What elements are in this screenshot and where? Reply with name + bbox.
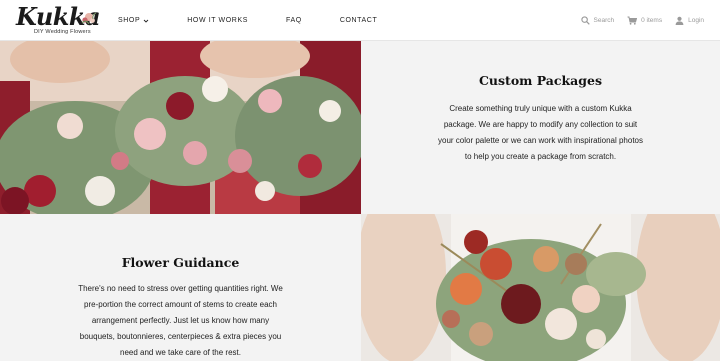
nav-item-label: SHOP xyxy=(118,17,141,24)
nav-item-how-it-works[interactable]: HOW IT WORKS xyxy=(187,17,248,24)
chevron-down-icon xyxy=(143,19,149,23)
flower-guidance-description: There's no need to stress over getting q… xyxy=(0,281,361,361)
login-button[interactable]: Login xyxy=(675,16,704,25)
nav-item-shop[interactable]: SHOP xyxy=(118,17,149,24)
brand-logo[interactable]: Kukka DIY Wedding Flowers xyxy=(16,4,101,37)
brand-tagline: DIY Wedding Flowers xyxy=(34,29,91,35)
bridesmaid-bouquets-photo xyxy=(0,41,361,214)
bouquets-image xyxy=(0,41,361,214)
description-line: need and we take care of the rest. xyxy=(120,348,241,357)
description-line: pre-portion the correct amount of stems … xyxy=(84,300,277,309)
bouquet-image xyxy=(361,214,720,361)
description-line: Create something truly unique with a cus… xyxy=(449,104,632,113)
custom-packages-section: Custom Packages Create something truly u… xyxy=(361,41,720,214)
login-label: Login xyxy=(688,17,704,24)
nav-item-faq[interactable]: FAQ xyxy=(286,17,302,24)
flower-guidance-title: Flower Guidance xyxy=(121,255,240,270)
custom-packages-description: Create something truly unique with a cus… xyxy=(361,101,720,165)
search-label: Search xyxy=(593,17,615,24)
description-line: arrangement perfectly. Just let us know … xyxy=(91,316,270,325)
flower-guidance-section: Flower Guidance There's no need to stres… xyxy=(0,214,361,361)
cart-button[interactable]: 0 items xyxy=(627,16,662,25)
cart-label: 0 items xyxy=(641,17,663,24)
site-header: Kukka DIY Wedding Flowers SHOP HOW IT WO… xyxy=(0,0,720,41)
search-button[interactable]: Search xyxy=(580,16,615,25)
user-icon xyxy=(675,16,684,25)
nav-item-label: FAQ xyxy=(286,17,302,24)
nav-item-label: CONTACT xyxy=(339,17,378,24)
flower-logo-icon xyxy=(81,12,97,25)
description-line: bouquets, boutonnieres, centerpieces & e… xyxy=(79,332,282,341)
main-nav: SHOP HOW IT WORKS FAQ CONTACT xyxy=(118,0,415,41)
search-icon xyxy=(580,16,590,25)
description-line: There's no need to stress over getting q… xyxy=(78,284,283,293)
nav-item-contact[interactable]: CONTACT xyxy=(340,17,378,24)
cart-icon xyxy=(627,16,638,25)
description-line: your color palette or we can work with i… xyxy=(438,136,643,145)
custom-packages-title: Custom Packages xyxy=(478,73,603,88)
nav-item-label: HOW IT WORKS xyxy=(187,17,248,24)
description-line: to help you create a package from scratc… xyxy=(464,152,617,161)
description-line: package. We are happy to modify any coll… xyxy=(443,120,638,129)
header-utilities: Search 0 items Login xyxy=(568,0,704,41)
bride-bouquet-photo xyxy=(361,214,720,361)
